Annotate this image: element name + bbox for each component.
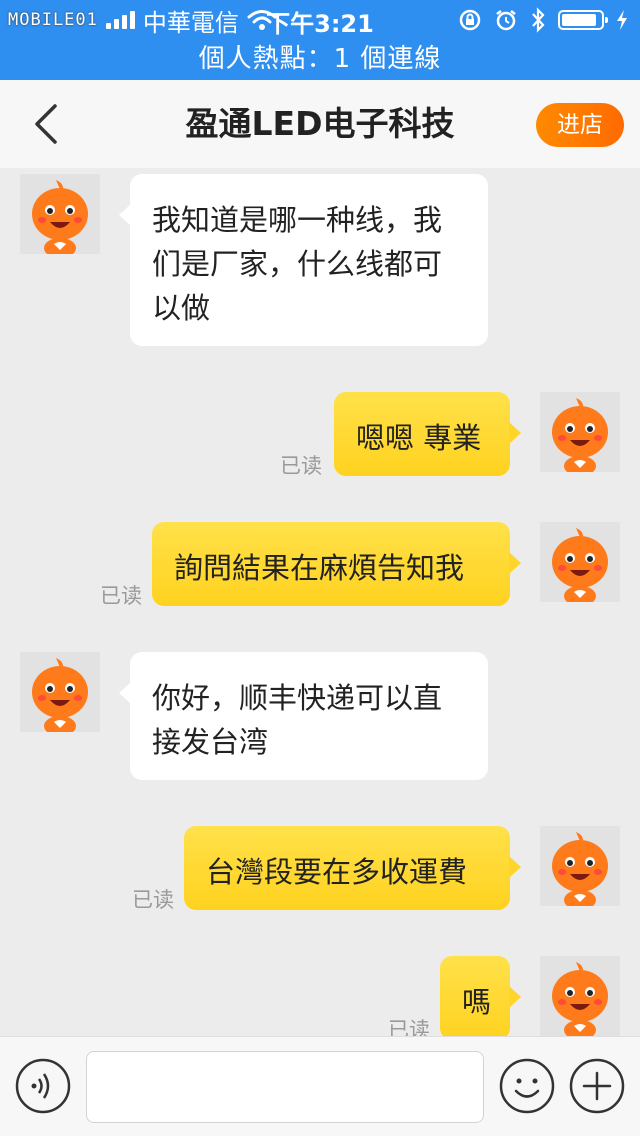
emoji-icon	[499, 1058, 555, 1114]
read-receipt: 已读	[388, 1018, 430, 1036]
message-input[interactable]	[86, 1051, 484, 1123]
mascot-icon	[32, 658, 88, 732]
message-bubble-outgoing[interactable]: 台灣段要在多收運費	[184, 826, 521, 910]
my-avatar[interactable]	[540, 826, 620, 906]
my-avatar[interactable]	[540, 956, 620, 1036]
mascot-icon	[552, 962, 608, 1036]
message-bubble-outgoing[interactable]: 詢問結果在麻煩告知我	[152, 522, 521, 606]
message-bubble-incoming[interactable]: 你好，顺丰快递可以直接发台湾	[119, 652, 488, 780]
voice-icon	[15, 1058, 71, 1114]
nav-bar: 盈通LED电子科技 进店	[0, 80, 640, 168]
watermark-text: MOBILE01	[8, 10, 98, 30]
message-bubble-incoming[interactable]: 我知道是哪一种线，我们是厂家，什么线都可以做	[119, 174, 488, 346]
message-text: 嗯嗯 專業	[356, 421, 482, 455]
enter-shop-button[interactable]: 进店	[536, 103, 624, 147]
signal-strength-icon	[105, 11, 135, 29]
alarm-icon	[496, 10, 516, 31]
message-input-bar	[0, 1036, 640, 1136]
message-text: 詢問結果在麻煩告知我	[174, 551, 465, 585]
shop-avatar[interactable]	[20, 652, 100, 732]
charging-bolt-icon	[617, 10, 627, 30]
plus-icon	[569, 1058, 625, 1114]
message-text: 台灣段要在多收運費	[206, 855, 468, 889]
read-receipt: 已读	[280, 454, 322, 478]
back-button[interactable]	[20, 98, 72, 150]
read-receipt: 已读	[132, 888, 174, 912]
carrier-name: 中華電信	[142, 8, 239, 37]
bluetooth-icon	[532, 7, 545, 33]
message-bubble-outgoing[interactable]: 嗯嗯 專業	[334, 392, 521, 476]
chat-thread[interactable]: 我知道是哪一种线，我们是厂家，什么线都可以做 已读 嗯嗯 專業 已读 詢問結果在…	[0, 168, 640, 1036]
my-avatar[interactable]	[540, 392, 620, 472]
mascot-icon	[552, 832, 608, 906]
battery-icon	[558, 10, 608, 30]
status-bar: MOBILE01 中華電信 下午3:21	[0, 0, 640, 40]
voice-button[interactable]	[14, 1057, 72, 1115]
mascot-icon	[552, 398, 608, 472]
message-bubble-outgoing[interactable]: 嗎	[440, 956, 521, 1036]
wifi-icon	[247, 10, 277, 30]
chevron-left-icon	[35, 104, 57, 144]
message-text: 嗎	[462, 985, 492, 1019]
rotation-lock-icon	[459, 9, 481, 31]
shop-avatar[interactable]	[20, 174, 100, 254]
personal-hotspot-banner[interactable]: 個人熱點：1 個連線	[0, 40, 640, 80]
my-avatar[interactable]	[540, 522, 620, 602]
mascot-icon	[552, 528, 608, 602]
message-text: 我知道是哪一种线，我们是厂家，什么线都可以做	[152, 203, 443, 325]
more-options-button[interactable]	[568, 1057, 626, 1115]
chat-title: 盈通LED电子科技	[185, 104, 455, 143]
message-text: 你好，顺丰快递可以直接发台湾	[152, 681, 443, 759]
read-receipt: 已读	[100, 584, 142, 608]
emoji-button[interactable]	[498, 1057, 556, 1115]
mascot-icon	[32, 180, 88, 254]
